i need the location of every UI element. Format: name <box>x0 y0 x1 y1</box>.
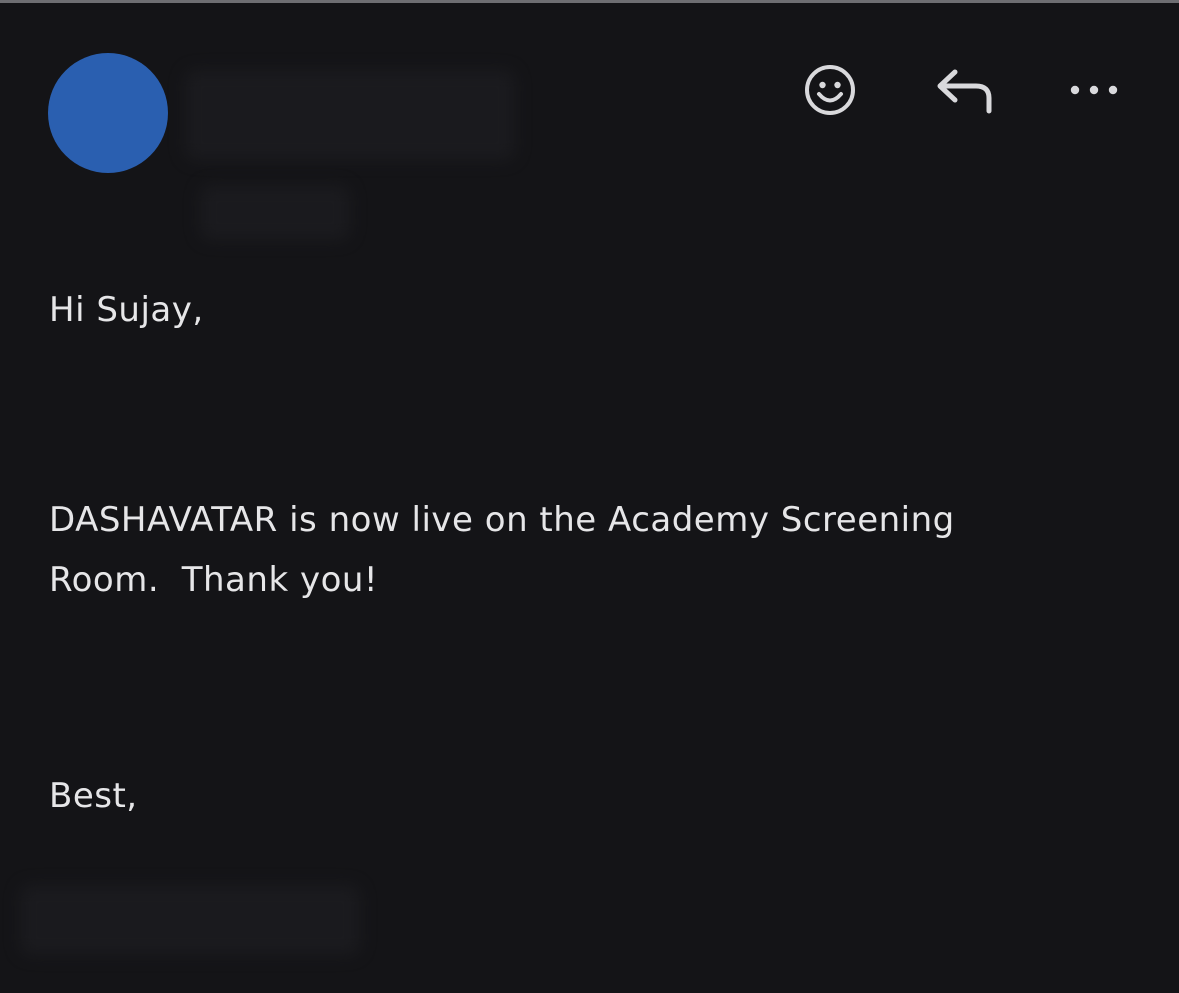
reply-arrow-icon <box>937 69 992 114</box>
redacted-sender-info <box>185 70 515 160</box>
redacted-signature <box>20 885 360 955</box>
ellipsis-icon <box>1070 85 1118 95</box>
email-message: DASHAVATAR is now live on the Academy Sc… <box>49 500 967 600</box>
more-options-button[interactable] <box>1064 60 1124 120</box>
sender-avatar[interactable] <box>48 53 168 173</box>
email-signoff: Best, <box>49 776 138 816</box>
smiley-icon <box>805 65 855 115</box>
email-greeting: Hi Sujay, <box>49 290 204 330</box>
emoji-reaction-button[interactable] <box>800 60 860 120</box>
reply-button[interactable] <box>932 60 994 120</box>
redacted-sender-detail <box>200 185 350 240</box>
top-divider <box>0 0 1179 3</box>
